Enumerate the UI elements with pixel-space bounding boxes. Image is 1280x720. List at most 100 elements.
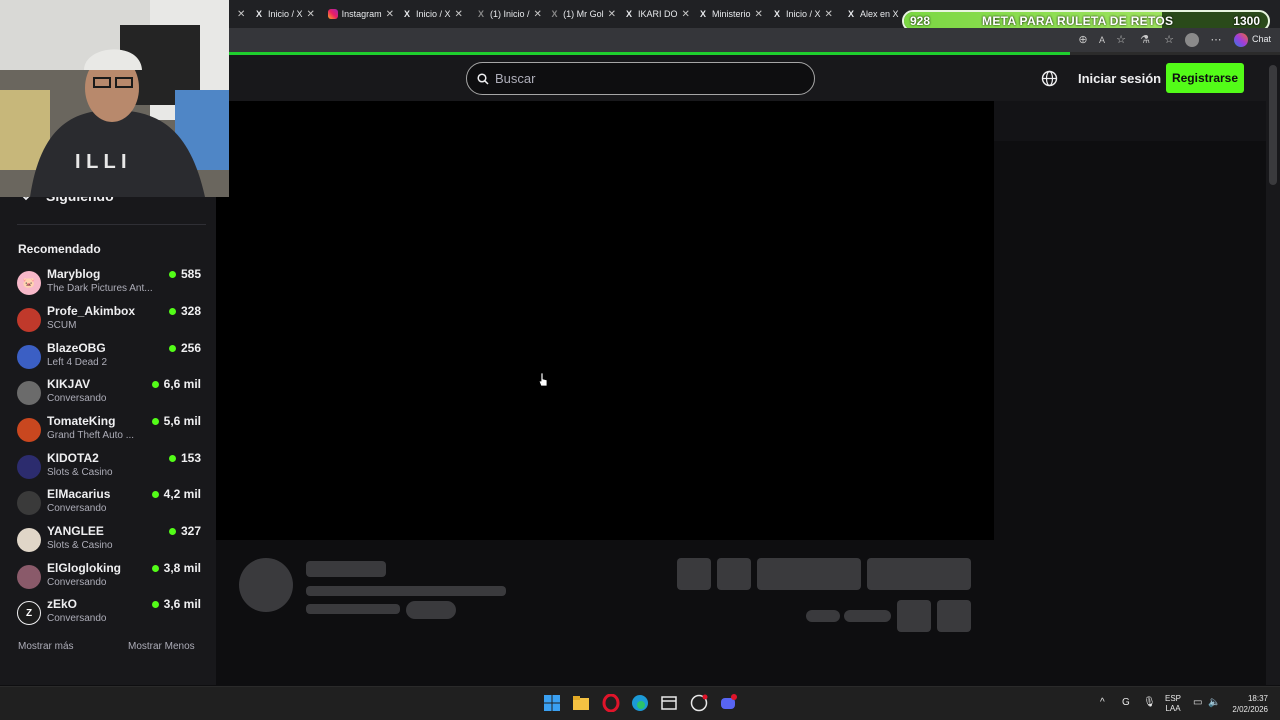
channel-category: Conversando <box>47 577 107 588</box>
tab-close-active[interactable]: ✕ <box>233 4 245 24</box>
channel-category: Conversando <box>47 613 107 624</box>
live-dot-icon <box>151 564 159 572</box>
channel-item[interactable]: KIKJAV Conversando 6,6 mil <box>17 377 207 411</box>
channel-item[interactable]: TomateKing Grand Theft Auto ... 5,6 mil <box>17 414 207 448</box>
discord-icon[interactable] <box>719 694 737 712</box>
tab-title: IKARI DO <box>638 9 678 19</box>
close-icon[interactable]: ✕ <box>534 9 542 20</box>
channel-item[interactable]: 🐷 Maryblog The Dark Pictures Ant... 585 <box>17 267 207 301</box>
login-button[interactable]: Iniciar sesión <box>1078 71 1161 86</box>
close-icon[interactable]: ✕ <box>307 9 315 20</box>
browser-tab[interactable]: X Inicio / X ✕ <box>772 4 838 24</box>
browser-tab[interactable]: X Inicio / X ✕ <box>402 4 468 24</box>
channel-name: Profe_Akimbox <box>47 304 136 318</box>
channel-name: YANGLEE <box>47 524 104 538</box>
live-dot-icon <box>168 527 176 535</box>
network-icon[interactable]: ▭ <box>1193 697 1202 708</box>
browser-tab[interactable]: X IKARI DO ✕ <box>624 4 690 24</box>
read-aloud-icon[interactable]: A <box>1095 33 1109 47</box>
file-explorer-icon[interactable] <box>572 694 590 712</box>
edge-icon[interactable] <box>631 694 649 712</box>
app-tray-icon[interactable]: G <box>1122 697 1130 708</box>
channel-category: Slots & Casino <box>47 540 113 551</box>
channel-item[interactable]: YANGLEE Slots & Casino 327 <box>17 524 207 558</box>
tab-title: Instagram <box>341 9 382 19</box>
favorites-icon[interactable]: ☆ <box>1162 33 1176 47</box>
channel-item[interactable]: Z zEkO Conversando 3,6 mil <box>17 597 207 631</box>
show-more-button[interactable]: Mostrar más <box>18 641 74 652</box>
search-box[interactable] <box>466 62 815 95</box>
tab-title: (1) Inicio / <box>490 9 530 19</box>
show-less-button[interactable]: Mostrar Menos <box>128 641 195 652</box>
viewer-count-value: 585 <box>180 267 201 281</box>
close-icon[interactable]: ✕ <box>755 9 763 20</box>
close-icon[interactable]: ✕ <box>237 9 245 20</box>
browser-tab[interactable]: X Ministerio ✕ <box>698 4 764 24</box>
channel-category: SCUM <box>47 320 77 331</box>
register-button[interactable]: Registrarse <box>1166 63 1244 93</box>
close-icon[interactable]: ✕ <box>455 9 463 20</box>
live-dot-icon <box>168 454 176 462</box>
scrollbar-thumb[interactable] <box>1269 65 1277 185</box>
tab-title: Ministerio <box>712 9 751 19</box>
microphone-icon[interactable]: 🎙 <box>1143 697 1156 708</box>
viewer-count-value: 4,2 mil <box>163 487 201 501</box>
app-window-icon[interactable] <box>660 694 678 712</box>
x-logo-icon: X <box>477 9 484 19</box>
action-button-placeholder <box>937 600 971 632</box>
channel-item[interactable]: KIDOTA2 Slots & Casino 153 <box>17 451 207 485</box>
globe-icon[interactable] <box>1041 70 1058 87</box>
more-menu-icon[interactable]: ⋯ <box>1209 33 1223 47</box>
profile-icon[interactable] <box>1185 33 1199 47</box>
action-button-placeholder <box>677 558 711 590</box>
chevron-up-icon[interactable]: ^ <box>1100 697 1105 708</box>
avatar <box>17 565 41 589</box>
viewer-count-value: 327 <box>180 524 201 538</box>
channel-item[interactable]: ElMacarius Conversando 4,2 mil <box>17 487 207 521</box>
obs-icon[interactable] <box>690 694 708 712</box>
x-logo-icon: X <box>403 9 410 19</box>
windows-start-icon[interactable] <box>543 694 561 712</box>
system-clock[interactable]: 18:37 2/02/2026 <box>1228 693 1268 715</box>
x-logo-icon: X <box>699 9 706 19</box>
channel-name: TomateKing <box>47 414 116 428</box>
copilot-icon[interactable] <box>1234 33 1248 47</box>
close-icon[interactable]: ✕ <box>386 9 394 20</box>
close-icon[interactable]: ✕ <box>825 9 833 20</box>
extensions-icon[interactable]: ⚗ <box>1138 33 1152 47</box>
page-scrollbar[interactable] <box>1266 55 1280 685</box>
viewer-count: 153 <box>168 451 201 465</box>
viewer-count-value: 3,6 mil <box>163 597 201 611</box>
viewer-count: 327 <box>168 524 201 538</box>
favorite-star-icon[interactable]: ☆ <box>1114 33 1128 47</box>
subscribe-button-placeholder <box>867 558 971 590</box>
video-player[interactable] <box>216 101 994 540</box>
x-logo-icon: X <box>773 9 780 19</box>
channel-item[interactable]: ElGlogloking Conversando 3,8 mil <box>17 561 207 595</box>
channel-item[interactable]: BlazeOBG Left 4 Dead 2 256 <box>17 341 207 375</box>
volume-icon[interactable]: 🔈 <box>1208 697 1220 708</box>
close-icon[interactable]: ✕ <box>608 9 616 20</box>
browser-tab[interactable]: X (1) Mr Gol ✕ <box>550 4 616 24</box>
action-button-placeholder <box>897 600 931 632</box>
goal-target-value: 1300 <box>1233 14 1260 28</box>
close-icon[interactable]: ✕ <box>682 9 690 20</box>
channel-name: KIDOTA2 <box>47 451 99 465</box>
chat-label[interactable]: Chat <box>1252 34 1271 44</box>
input-language[interactable]: ESP LAA <box>1165 694 1181 714</box>
browser-tab[interactable]: Instagram ✕ <box>328 4 394 24</box>
channel-category: Grand Theft Auto ... <box>47 430 135 441</box>
viewer-count-value: 3,8 mil <box>163 561 201 575</box>
viewer-count: 5,6 mil <box>151 414 201 428</box>
browser-tab[interactable]: X Alex en X <box>846 4 902 24</box>
search-input[interactable] <box>495 71 785 86</box>
live-dot-icon <box>151 380 159 388</box>
zoom-icon[interactable]: ⊕ <box>1076 33 1090 47</box>
browser-tab[interactable]: X Inicio / X ✕ <box>254 4 320 24</box>
browser-tab[interactable]: X (1) Inicio / ✕ <box>476 4 542 24</box>
avatar <box>17 528 41 552</box>
clock-date: 2/02/2026 <box>1232 705 1268 714</box>
avatar <box>17 455 41 479</box>
opera-icon[interactable] <box>602 694 620 712</box>
channel-item[interactable]: Profe_Akimbox SCUM 328 <box>17 304 207 338</box>
